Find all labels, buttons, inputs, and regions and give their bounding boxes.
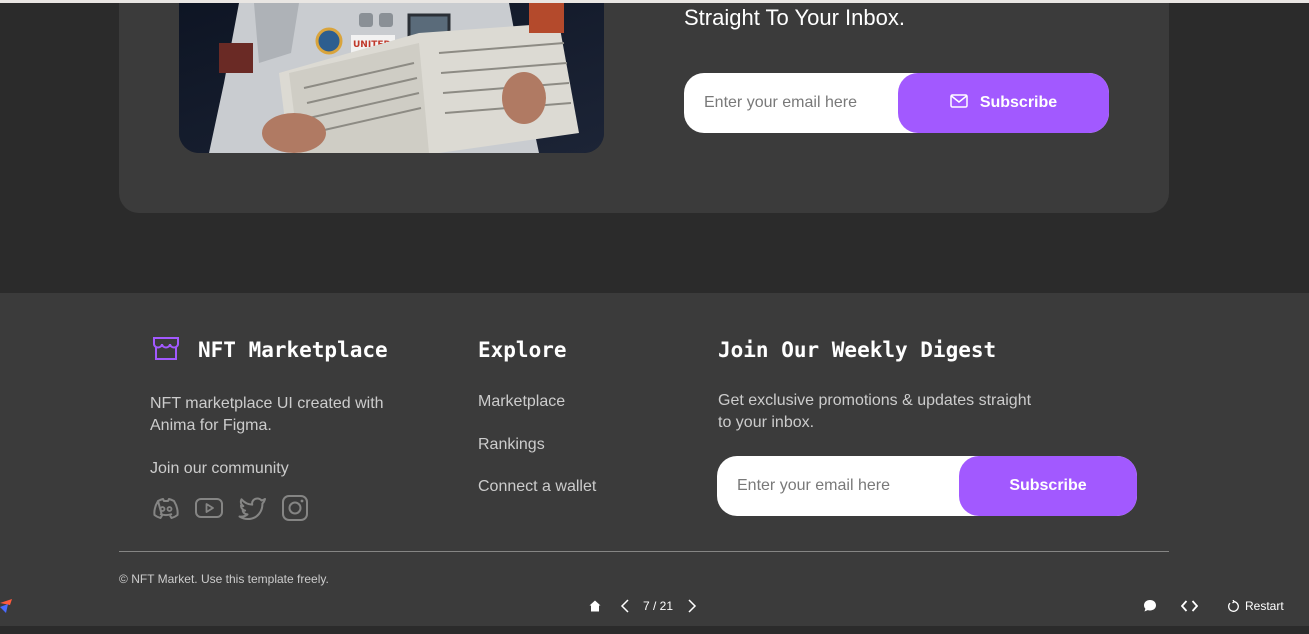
- digest-description: Get exclusive promotions & updates strai…: [718, 392, 1032, 431]
- discord-icon[interactable]: [150, 492, 182, 524]
- youtube-icon[interactable]: [193, 492, 225, 524]
- page-indicator: 7 / 21: [643, 599, 674, 613]
- home-icon[interactable]: [589, 593, 601, 619]
- newsletter-tagline: Straight To Your Inbox.: [684, 5, 905, 30]
- code-icon[interactable]: [1181, 593, 1198, 619]
- newsletter-email-input[interactable]: Enter your email here: [704, 94, 857, 112]
- twitter-icon[interactable]: [236, 492, 268, 524]
- footer-divider: [119, 551, 1169, 552]
- digest-email-form: Enter your email here Subscribe: [717, 456, 1137, 516]
- presentation-toolbar: 7 / 21 Restart: [0, 593, 1309, 623]
- restart-button[interactable]: Restart: [1245, 593, 1284, 619]
- newsletter-subscribe-button[interactable]: Subscribe: [898, 73, 1109, 133]
- brand-name: NFT Marketplace: [198, 338, 388, 362]
- footer-link-marketplace[interactable]: Marketplace: [478, 393, 565, 411]
- newsletter-email-form: Enter your email here Subscribe: [684, 73, 1109, 133]
- copyright-text: NFT Market. Use this template freely.: [131, 572, 329, 586]
- social-links: [150, 492, 311, 524]
- envelope-icon: [950, 93, 968, 113]
- subscribe-label: Subscribe: [979, 94, 1058, 111]
- explore-heading: Explore: [478, 338, 567, 362]
- footer-link-connect-wallet[interactable]: Connect a wallet: [478, 478, 596, 496]
- newsletter-card: UNITED STATES Straight To Your I: [119, 3, 1169, 213]
- newsletter-section: UNITED STATES Straight To Your I: [0, 3, 1309, 293]
- instagram-icon[interactable]: [279, 492, 311, 524]
- copyright: © NFT Market. Use this template freely.: [119, 572, 329, 586]
- copyright-icon: ©: [119, 572, 128, 586]
- restart-icon[interactable]: [1227, 593, 1240, 619]
- digest-heading: Join Our Weekly Digest: [718, 338, 997, 362]
- site-footer: NFT Marketplace NFT marketplace UI creat…: [0, 293, 1309, 626]
- anima-logo-icon: [0, 593, 12, 619]
- footer-link-rankings[interactable]: Rankings: [478, 436, 545, 454]
- brand-description: NFT marketplace UI created with Anima fo…: [150, 395, 384, 434]
- digest-email-input[interactable]: Enter your email here: [737, 477, 890, 495]
- comment-icon[interactable]: [1143, 593, 1157, 619]
- community-label: Join our community: [150, 460, 289, 477]
- chevron-right-icon[interactable]: [687, 593, 697, 619]
- digest-subscribe-button[interactable]: Subscribe: [959, 456, 1137, 516]
- bottom-strip: [0, 626, 1309, 634]
- storefront-icon: [152, 335, 180, 366]
- astronaut-reading-newspaper-image: UNITED STATES: [179, 3, 604, 153]
- chevron-left-icon[interactable]: [620, 593, 630, 619]
